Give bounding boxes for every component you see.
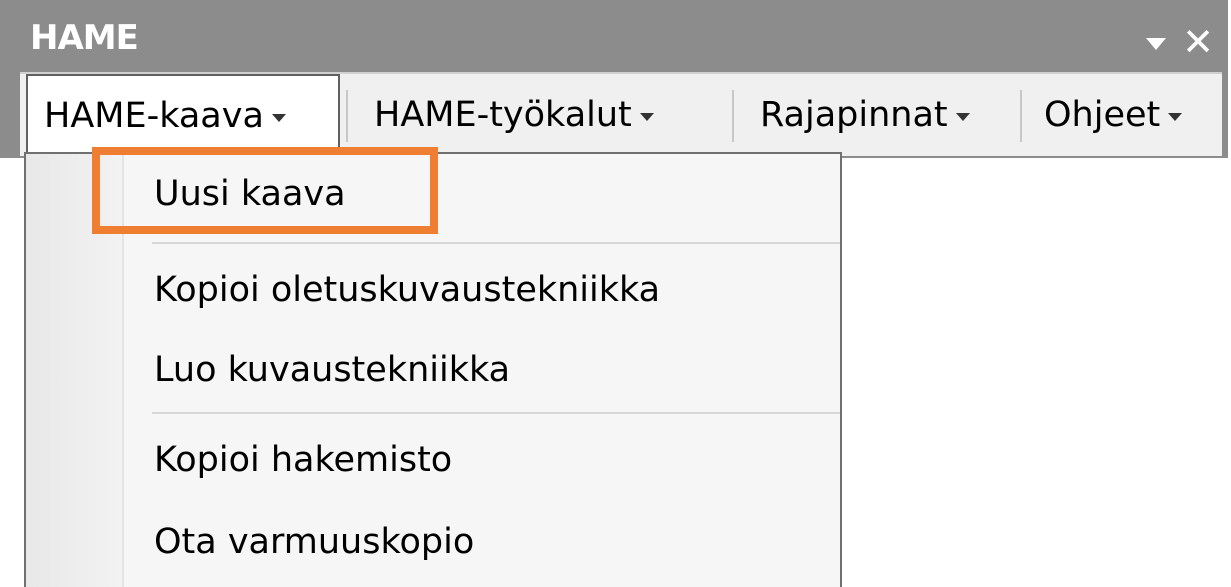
menu-separator (346, 90, 348, 142)
dropdown-arrow-icon (1168, 113, 1183, 121)
menu-label: HAME-kaava (44, 96, 264, 136)
menu-separator (152, 412, 840, 414)
menu-hame-kaava[interactable]: HAME-kaava (26, 74, 340, 156)
dropdown-arrow-icon (271, 114, 286, 122)
hame-toolbar-window: HAME ✕ HAME-kaava HAME-työkalut Rajapinn… (0, 0, 1228, 158)
menu-rajapinnat[interactable]: Rajapinnat (760, 74, 970, 156)
menu-label: Rajapinnat (760, 95, 948, 135)
menu-separator (732, 90, 734, 142)
window-title: HAME (30, 18, 139, 58)
menu-item-kopioi-hakemisto[interactable]: Kopioi hakemisto (154, 440, 452, 480)
menu-label: HAME-työkalut (374, 95, 632, 135)
chevron-down-icon[interactable] (1146, 38, 1167, 50)
title-bar[interactable]: HAME ✕ (20, 14, 1222, 70)
close-icon[interactable]: ✕ (1182, 23, 1214, 61)
menu-item-luo-kuvaustekniikka[interactable]: Luo kuvaustekniikka (154, 350, 510, 390)
menu-separator (1020, 90, 1022, 142)
menu-hame-tyokalut[interactable]: HAME-työkalut (374, 74, 654, 156)
menu-bar: HAME-kaava HAME-työkalut Rajapinnat Ohje… (20, 72, 1222, 156)
menu-item-kopioi-oletuskuvaustekniikka[interactable]: Kopioi oletuskuvaustekniikka (154, 270, 660, 310)
menu-item-ota-varmuuskopio[interactable]: Ota varmuuskopio (154, 522, 474, 562)
menu-label: Ohjeet (1044, 95, 1161, 135)
title-controls: ✕ (1146, 20, 1214, 64)
menu-separator (152, 242, 840, 244)
dropdown-arrow-icon (955, 113, 970, 121)
dropdown-arrow-icon (639, 113, 654, 121)
highlight-box (92, 147, 438, 234)
menu-ohjeet[interactable]: Ohjeet (1044, 74, 1183, 156)
